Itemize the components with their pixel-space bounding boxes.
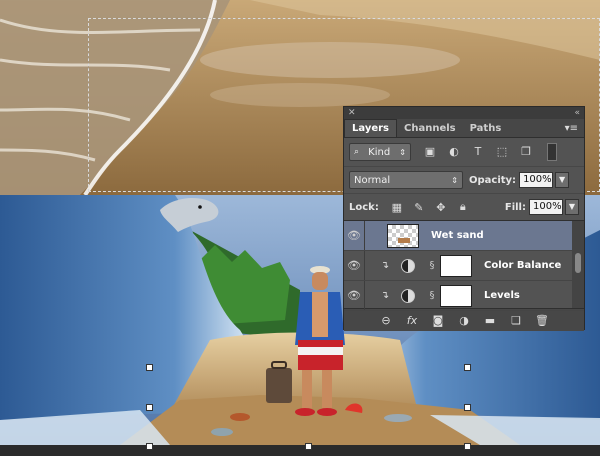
opacity-input[interactable]: 100% bbox=[519, 172, 554, 188]
trash-icon[interactable]: 🗑︎ bbox=[529, 314, 555, 327]
chain-link-icon[interactable]: § bbox=[427, 290, 437, 301]
type-filter-icon[interactable]: T bbox=[471, 146, 485, 158]
tab-channels[interactable]: Channels bbox=[397, 120, 463, 137]
layers-panel: ✕ « Layers Channels Paths ▾≡ ⌕ Kind ⇕ ▣ … bbox=[343, 106, 585, 331]
filter-row: ⌕ Kind ⇕ ▣ ◐ T ⬚ ❐ bbox=[344, 138, 584, 167]
filter-kind-label: Kind bbox=[368, 146, 391, 158]
new-layer-icon[interactable]: ❏ bbox=[503, 314, 529, 327]
shape-filter-icon[interactable]: ⬚ bbox=[495, 146, 509, 158]
layer-name[interactable]: Levels bbox=[484, 290, 520, 301]
panel-menu-icon[interactable]: ▾≡ bbox=[565, 123, 578, 134]
panel-tabs: Layers Channels Paths ▾≡ bbox=[344, 119, 584, 138]
fill-label: Fill: bbox=[504, 201, 526, 213]
transform-handle[interactable] bbox=[146, 364, 153, 371]
panel-title-bar[interactable]: ✕ « bbox=[344, 107, 584, 119]
transform-handle[interactable] bbox=[464, 364, 471, 371]
adjustment-layer-icon bbox=[401, 288, 415, 303]
layer-name[interactable]: Wet sand bbox=[431, 230, 484, 241]
layer-name[interactable]: Color Balance bbox=[484, 260, 561, 271]
layer-thumbnail bbox=[387, 223, 419, 248]
blend-mode-dropdown[interactable]: Normal ⇕ bbox=[349, 171, 463, 189]
transform-handle[interactable] bbox=[305, 443, 312, 450]
pixel-filter-icon[interactable]: ▣ bbox=[423, 146, 437, 158]
visibility-eye-icon[interactable]: 👁︎ bbox=[344, 229, 364, 242]
lock-pixels-icon[interactable]: ✎ bbox=[412, 201, 426, 214]
divider bbox=[364, 221, 365, 250]
layer-mask-thumbnail[interactable] bbox=[440, 254, 472, 277]
link-icon[interactable]: ⊖ bbox=[373, 314, 399, 327]
filter-toggle-switch[interactable] bbox=[547, 143, 557, 161]
transform-handle[interactable] bbox=[146, 404, 153, 411]
folder-icon[interactable]: ▬ bbox=[477, 314, 503, 327]
chain-link-icon[interactable]: § bbox=[427, 260, 437, 271]
fill-input[interactable]: 100% bbox=[529, 199, 563, 215]
search-icon: ⌕ bbox=[354, 147, 360, 157]
clipping-arrow-icon: ↴ bbox=[380, 260, 390, 271]
adjustment-layer-icon bbox=[401, 258, 415, 273]
opacity-slider-button[interactable]: ▼ bbox=[555, 172, 570, 188]
layer-row-color-balance[interactable]: 👁︎ ↴ § Color Balance bbox=[344, 251, 584, 281]
fx-icon[interactable]: fx bbox=[399, 314, 425, 327]
layer-row-wet-sand[interactable]: 👁︎ Wet sand bbox=[344, 221, 584, 251]
stepper-icon: ⇕ bbox=[451, 175, 458, 185]
blend-mode-value: Normal bbox=[354, 174, 391, 186]
smart-object-filter-icon[interactable]: ❐ bbox=[519, 146, 533, 158]
clipping-arrow-icon: ↴ bbox=[380, 290, 390, 301]
adjustment-filter-icon[interactable]: ◐ bbox=[447, 146, 461, 158]
divider bbox=[364, 251, 365, 280]
transform-handle[interactable] bbox=[464, 443, 471, 450]
document-canvas[interactable]: ✕ « Layers Channels Paths ▾≡ ⌕ Kind ⇕ ▣ … bbox=[0, 0, 600, 456]
transform-handle[interactable] bbox=[146, 443, 153, 450]
visibility-eye-icon[interactable]: 👁︎ bbox=[344, 289, 364, 302]
lock-all-icon[interactable]: 🔒︎ bbox=[456, 200, 470, 214]
stepper-icon: ⇕ bbox=[399, 147, 406, 157]
transform-handle[interactable] bbox=[464, 404, 471, 411]
mask-icon[interactable]: ◙ bbox=[425, 314, 451, 327]
layer-row-levels[interactable]: 👁︎ ↴ § Levels bbox=[344, 281, 584, 311]
layers-scrollbar[interactable] bbox=[572, 221, 584, 308]
filter-kind-dropdown[interactable]: ⌕ Kind ⇕ bbox=[349, 143, 411, 161]
collapse-icon[interactable]: « bbox=[574, 108, 580, 118]
adjustment-icon[interactable]: ◑ bbox=[451, 314, 477, 327]
lock-row: Lock: ▦ ✎ ✥ 🔒︎ Fill: 100% ▼ bbox=[344, 194, 584, 221]
layer-list: 👁︎ Wet sand 👁︎ ↴ § Color Balance 👁︎ ↴ § … bbox=[344, 221, 584, 311]
lock-position-icon[interactable]: ✥ bbox=[434, 201, 448, 214]
tab-paths[interactable]: Paths bbox=[463, 120, 509, 137]
fill-control: Fill: 100% ▼ bbox=[505, 199, 579, 215]
scrollbar-thumb[interactable] bbox=[575, 253, 581, 273]
lock-label: Lock: bbox=[349, 201, 379, 213]
tab-layers[interactable]: Layers bbox=[344, 119, 397, 137]
layers-bottom-toolbar: ⊖ fx ◙ ◑ ▬ ❏ 🗑︎ bbox=[344, 308, 584, 331]
opacity-label: Opacity: bbox=[469, 174, 517, 186]
close-icon[interactable]: ✕ bbox=[348, 108, 356, 118]
lock-transparency-icon[interactable]: ▦ bbox=[390, 201, 404, 214]
layer-mask-thumbnail[interactable] bbox=[440, 284, 472, 307]
divider bbox=[364, 281, 365, 310]
visibility-eye-icon[interactable]: 👁︎ bbox=[344, 259, 364, 272]
fill-slider-button[interactable]: ▼ bbox=[565, 199, 579, 215]
blend-row: Normal ⇕ Opacity: 100% ▼ bbox=[344, 167, 584, 194]
